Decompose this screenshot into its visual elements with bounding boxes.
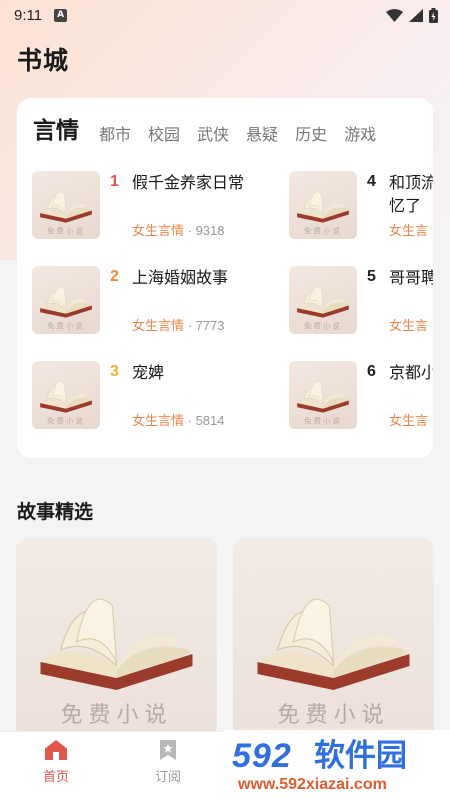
book-cover: 免费小说 [32, 171, 100, 239]
open-book-illustration: 免费小说 [257, 598, 410, 728]
book-title: 哥哥聘 [389, 268, 433, 287]
bookmark-icon [160, 740, 176, 760]
tab-history[interactable]: 历史 [295, 124, 327, 146]
book-count: 5814 [195, 413, 225, 428]
book-genre: 女生言 [389, 414, 429, 429]
tab-campus[interactable]: 校园 [148, 124, 180, 146]
nav-label-subscribe: 订阅 [154, 770, 181, 785]
cover-caption: 免费小说 [304, 226, 342, 236]
book-cover: 免费小说 [289, 266, 357, 334]
book-item[interactable]: 免费小说 2 上海婚姻故事 女生言情 · 7773 [32, 266, 310, 334]
cover-caption: 免费小说 [304, 321, 342, 331]
watermark-text: 软件园 [314, 738, 407, 774]
book-title-line2: 忆了 [389, 196, 422, 215]
book-item[interactable]: 免费小说 5 哥哥聘 女生言 [289, 266, 433, 334]
open-book-illustration: 免费小说 [40, 191, 92, 236]
book-count: 7773 [195, 318, 225, 333]
open-book-illustration: 免费小说 [297, 286, 349, 331]
book-rank: 1 [110, 173, 119, 190]
tab-game[interactable]: 游戏 [344, 124, 376, 146]
cover-caption: 免费小说 [60, 703, 172, 728]
nav-label-home: 首页 [42, 770, 69, 785]
battery-icon [429, 7, 438, 23]
open-book-illustration: 免费小说 [297, 191, 349, 236]
book-meta: 女生言情 · 5814 [132, 410, 225, 429]
book-meta: 女生言 [389, 220, 428, 239]
cover-caption: 免费小说 [304, 416, 342, 426]
book-genre: 女生言情 [132, 414, 185, 429]
book-cover: 免费小说 [289, 361, 357, 429]
wifi-icon [386, 8, 403, 22]
tab-romance[interactable]: 言情 [33, 116, 79, 146]
open-book-illustration: 免费小说 [297, 381, 349, 426]
book-rank: 3 [110, 363, 119, 380]
book-meta: 女生言情 · 9318 [132, 220, 225, 239]
book-meta: 女生言情 · 7773 [132, 315, 225, 334]
book-title: 上海婚姻故事 [132, 268, 229, 287]
book-item[interactable]: 免费小说 4 和顶流 忆了 女生言 [289, 171, 433, 239]
book-item[interactable]: 免费小说 1 假千金养家日常 女生言情 · 9318 [32, 171, 310, 239]
book-title: 京都小 [389, 363, 433, 382]
book-sep: · [184, 413, 196, 428]
watermark-number: 592 [232, 737, 292, 775]
book-genre: 女生言 [389, 319, 429, 334]
status-time: 9:11 [14, 6, 43, 24]
story-card[interactable]: 免费小说 [233, 538, 434, 738]
signal-icon [409, 8, 423, 22]
tab-mystery[interactable]: 悬疑 [246, 124, 278, 146]
notification-icon: A [54, 8, 68, 22]
open-book-illustration: 免费小说 [40, 286, 92, 331]
book-cover: 免费小说 [289, 171, 357, 239]
category-tabs: 言情 都市 校园 武侠 悬疑 历史 游戏 [33, 114, 393, 146]
book-sep: · [184, 223, 196, 238]
cover-caption: 免费小说 [47, 416, 85, 426]
open-book-illustration: 免费小说 [40, 381, 92, 426]
tab-urban[interactable]: 都市 [99, 124, 131, 146]
book-rank: 4 [367, 173, 376, 190]
cover-caption: 免费小说 [277, 703, 389, 728]
book-sep: · [184, 318, 196, 333]
story-card[interactable]: 免费小说 [16, 538, 217, 738]
book-genre: 女生言 [389, 224, 429, 239]
status-icons [386, 7, 438, 23]
book-genre: 女生言情 [132, 319, 185, 334]
section-title-stories: 故事精选 [17, 501, 94, 523]
book-meta: 女生言 [389, 410, 428, 429]
page-title: 书城 [17, 46, 70, 75]
watermark-logo: 592 软件园 www.592xiazai.com [224, 730, 450, 800]
home-icon [45, 740, 67, 760]
book-cover: 免费小说 [32, 361, 100, 429]
status-bar: 9:11 A [0, 0, 450, 30]
book-item[interactable]: 免费小说 3 宠婢 女生言情 · 5814 [32, 361, 310, 429]
nav-item-subscribe[interactable]: 订阅 [138, 740, 198, 785]
watermark-url: www.592xiazai.com [238, 776, 387, 793]
book-item[interactable]: 免费小说 6 京都小 女生言 [289, 361, 433, 429]
book-title: 宠婢 [132, 363, 165, 382]
cover-caption: 免费小说 [47, 321, 85, 331]
nav-item-home[interactable]: 首页 [26, 740, 86, 785]
book-rank: 2 [110, 268, 119, 285]
category-ranking-card: 言情 都市 校园 武侠 悬疑 历史 游戏 免费小说 1 假千金养家日常 女生言情… [17, 98, 433, 458]
tab-wuxia[interactable]: 武侠 [197, 124, 229, 146]
book-rank: 5 [367, 268, 376, 285]
book-genre: 女生言情 [132, 224, 185, 239]
book-title: 假千金养家日常 [132, 173, 245, 192]
book-rank: 6 [367, 363, 376, 380]
open-book-illustration: 免费小说 [40, 598, 193, 728]
cover-caption: 免费小说 [47, 226, 85, 236]
book-title: 和顶流 [389, 173, 433, 192]
book-meta: 女生言 [389, 315, 428, 334]
book-cover: 免费小说 [32, 266, 100, 334]
book-count: 9318 [195, 223, 225, 238]
